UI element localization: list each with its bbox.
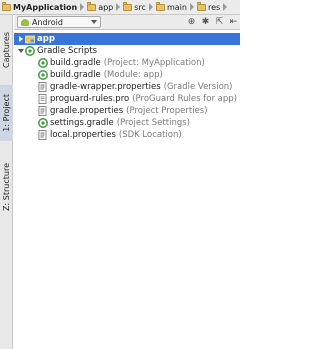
tree-item-proguard-rules[interactable]: proguard-rules.pro (ProGuard Rules for a… — [14, 93, 240, 105]
expand-arrow-icon[interactable] — [17, 33, 25, 45]
tree-item-app[interactable]: app — [14, 33, 240, 45]
tree-item-hint: (Gradle Version) — [163, 82, 233, 92]
breadcrumb-item-myapplication[interactable]: MyApplication — [0, 0, 85, 14]
breadcrumb-separator-icon — [116, 3, 121, 11]
breadcrumb-label: main — [166, 2, 187, 12]
tree-item-settings-gradle[interactable]: settings.gradle (Project Settings) — [14, 117, 240, 129]
tab-structure[interactable]: Z: Structure — [0, 155, 13, 219]
settings-icon[interactable]: ✱ — [199, 16, 212, 28]
tree-item-label: build.gradle — [50, 70, 101, 80]
tab-captures[interactable]: Captures — [0, 25, 13, 75]
toolbar-icons: ⊕ ✱ ⇱ ⇤ — [184, 15, 240, 29]
tree-item-label: gradle-wrapper.properties — [50, 82, 161, 92]
breadcrumb-separator-icon — [223, 3, 228, 11]
tab-project[interactable]: 1: Project — [0, 85, 13, 141]
tree-item-hint: (SDK Location) — [118, 130, 182, 140]
folder-icon — [123, 1, 133, 11]
breadcrumb-separator-icon — [80, 3, 85, 11]
collapse-arrow-icon[interactable] — [17, 45, 25, 57]
breadcrumb: MyApplication app src main res — [0, 0, 240, 15]
tree-item-build-gradle-project[interactable]: build.gradle (Project: MyApplication) — [14, 57, 240, 69]
tree-item-build-gradle-module[interactable]: build.gradle (Module: app) — [14, 69, 240, 81]
app-module-icon — [25, 35, 35, 44]
gradle-file-icon — [38, 58, 48, 68]
tree-item-gradle-wrapper-properties[interactable]: gradle-wrapper.properties (Gradle Versio… — [14, 81, 240, 93]
project-toolbar: Android ⊕ ✱ ⇱ ⇤ — [14, 15, 240, 30]
folder-icon — [2, 1, 11, 11]
tree-item-label: local.properties — [50, 130, 116, 140]
breadcrumb-label: MyApplication — [13, 2, 78, 12]
properties-file-icon — [38, 82, 47, 92]
tree-item-gradle-properties[interactable]: gradle.properties (Project Properties) — [14, 105, 240, 117]
breadcrumb-label: src — [134, 2, 146, 12]
chevron-down-icon — [91, 20, 97, 24]
pin-icon[interactable]: ⇱ — [213, 16, 226, 28]
tree-item-label: Gradle Scripts — [37, 46, 98, 56]
properties-file-icon — [38, 106, 47, 116]
folder-icon — [155, 1, 165, 11]
tab-label: Z: Structure — [2, 163, 11, 211]
android-icon — [21, 18, 29, 26]
gradle-scripts-icon — [25, 46, 35, 56]
tree-item-local-properties[interactable]: local.properties (SDK Location) — [14, 129, 240, 141]
tree-item-gradle-scripts[interactable]: Gradle Scripts — [14, 45, 240, 57]
tree-item-label: proguard-rules.pro — [50, 94, 130, 104]
breadcrumb-item-main[interactable]: main — [154, 0, 195, 14]
hide-icon[interactable]: ⇤ — [227, 16, 240, 28]
tree-item-hint: (Module: app) — [103, 70, 163, 80]
tool-window-strip: Captures 1: Project Z: Structure — [0, 15, 13, 349]
sync-icon[interactable]: ⊕ — [185, 16, 198, 28]
breadcrumb-item-res[interactable]: res — [195, 0, 228, 14]
tab-label: Captures — [2, 32, 11, 68]
project-view-select[interactable]: Android — [17, 16, 101, 28]
breadcrumb-label: app — [98, 2, 114, 12]
project-view-value: Android — [32, 17, 63, 27]
folder-icon — [196, 1, 206, 11]
tree-item-hint: (Project Properties) — [126, 106, 208, 116]
tab-label: 1: Project — [2, 94, 11, 132]
breadcrumb-label: res — [207, 2, 221, 12]
text-file-icon — [38, 94, 47, 104]
gradle-file-icon — [38, 70, 48, 80]
folder-icon — [87, 1, 97, 11]
breadcrumb-separator-icon — [189, 3, 194, 11]
tree-item-hint: (ProGuard Rules for app) — [132, 94, 237, 104]
properties-file-icon — [38, 130, 47, 140]
tree-item-label: settings.gradle — [50, 118, 114, 128]
tree-item-hint: (Project Settings) — [116, 118, 190, 128]
breadcrumb-item-app[interactable]: app — [85, 0, 121, 14]
breadcrumb-item-src[interactable]: src — [121, 0, 154, 14]
tree-item-label: app — [37, 34, 55, 44]
gradle-file-icon — [38, 118, 48, 128]
tree-item-label: gradle.properties — [50, 106, 124, 116]
tree-item-hint: (Project: MyApplication) — [103, 58, 205, 68]
project-tree: app Gradle Scripts build.gradle (Project… — [14, 31, 240, 349]
tree-item-label: build.gradle — [50, 58, 101, 68]
breadcrumb-separator-icon — [148, 3, 153, 11]
